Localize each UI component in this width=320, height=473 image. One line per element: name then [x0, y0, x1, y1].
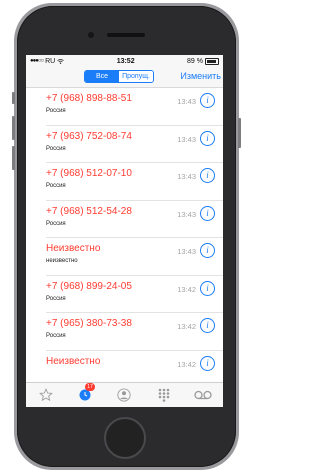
caller-label: Россия — [46, 333, 66, 339]
segment-missed[interactable]: Пропущ. — [119, 71, 153, 82]
info-icon[interactable]: i — [200, 355, 215, 371]
list-item[interactable]: +7 (968) 512-07-10 Россия 13:43 i — [46, 163, 223, 201]
call-time: 13:42 — [177, 322, 196, 331]
caller-label: Россия — [46, 220, 66, 227]
caller-label: Россия — [46, 145, 66, 152]
status-time: 13:52 — [116, 57, 135, 65]
caller-label: Россия — [46, 295, 66, 302]
earpiece-speaker — [107, 33, 145, 37]
info-icon[interactable]: i — [200, 205, 215, 221]
front-camera — [88, 32, 94, 38]
caller-number: +7 (968) 899-24-05 — [46, 280, 132, 292]
power-button — [238, 118, 241, 148]
caller-number: Неизвестно — [46, 243, 101, 254]
info-icon[interactable]: i — [200, 318, 215, 333]
call-time: 13:43 — [177, 209, 196, 219]
caller-number: Неизвестно — [46, 355, 101, 367]
tab-voicemail[interactable] — [191, 385, 215, 405]
call-time: 13:43 — [177, 97, 196, 106]
call-time: 13:43 — [177, 134, 196, 144]
caller-number: +7 (968) 512-07-10 — [46, 168, 132, 179]
info-icon[interactable]: i — [200, 168, 215, 183]
caller-number: +7 (968) 898-88-51 — [46, 93, 132, 104]
battery-percent: 89 % — [187, 57, 203, 65]
contacts-icon — [117, 388, 132, 402]
carrier-name: RU — [45, 57, 56, 65]
list-item[interactable]: +7 (968) 898-88-51 Россия 13:43 i — [46, 88, 223, 126]
tab-favorites[interactable] — [34, 385, 58, 405]
signal-strength: ●●●○○ — [30, 58, 44, 64]
list-item[interactable]: Неизвестно неизвестно 13:43 i — [46, 238, 223, 276]
tab-bar: 17 — [26, 382, 223, 407]
caller-number: +7 (968) 512-54-28 — [46, 205, 132, 217]
star-icon — [38, 388, 53, 402]
tab-keypad[interactable] — [152, 385, 176, 405]
voicemail-icon — [194, 390, 212, 400]
edit-button[interactable]: Изменить — [180, 71, 221, 81]
list-item[interactable]: +7 (968) 512-54-28 Россия 13:43 i — [46, 201, 223, 238]
status-bar: ●●●○○ RU 13:52 89 % — [26, 55, 223, 67]
phone-screen: ●●●○○ RU 13:52 89 % Все Пропущ. Изменить… — [26, 55, 223, 407]
caller-number: +7 (965) 380-73-38 — [46, 318, 132, 329]
mute-switch — [12, 92, 15, 104]
call-time: 13:42 — [177, 359, 196, 369]
battery-icon — [205, 57, 219, 65]
recents-badge: 17 — [85, 383, 96, 391]
wifi-icon — [57, 58, 64, 64]
info-icon[interactable]: i — [200, 243, 215, 258]
keypad-icon — [158, 388, 170, 402]
recents-list: +7 (968) 898-88-51 Россия 13:43 i +7 (96… — [26, 88, 223, 387]
recents-filter-segmented-control: Все Пропущ. — [84, 70, 154, 83]
call-time: 13:43 — [177, 172, 196, 181]
info-icon[interactable]: i — [200, 130, 215, 146]
call-time: 13:43 — [177, 247, 196, 256]
list-item[interactable]: +7 (968) 899-24-05 Россия 13:42 i — [46, 276, 223, 313]
info-icon[interactable]: i — [200, 93, 215, 108]
home-button[interactable] — [104, 417, 146, 459]
list-item[interactable]: +7 (963) 752-08-74 Россия 13:43 i — [46, 126, 223, 163]
navigation-bar: Все Пропущ. Изменить — [26, 67, 223, 88]
volume-down-button — [12, 146, 15, 170]
list-item[interactable]: +7 (965) 380-73-38 Россия 13:42 i — [46, 313, 223, 351]
caller-number: +7 (963) 752-08-74 — [46, 130, 132, 142]
caller-label: неизвестно — [46, 258, 78, 264]
caller-label: Россия — [46, 183, 66, 189]
segment-all[interactable]: Все — [85, 71, 119, 82]
info-icon[interactable]: i — [200, 280, 215, 296]
tab-contacts[interactable] — [112, 385, 136, 405]
volume-up-button — [12, 116, 15, 140]
caller-label: Россия — [46, 108, 66, 114]
tab-recents[interactable]: 17 — [73, 383, 97, 405]
call-time: 13:42 — [177, 284, 196, 294]
